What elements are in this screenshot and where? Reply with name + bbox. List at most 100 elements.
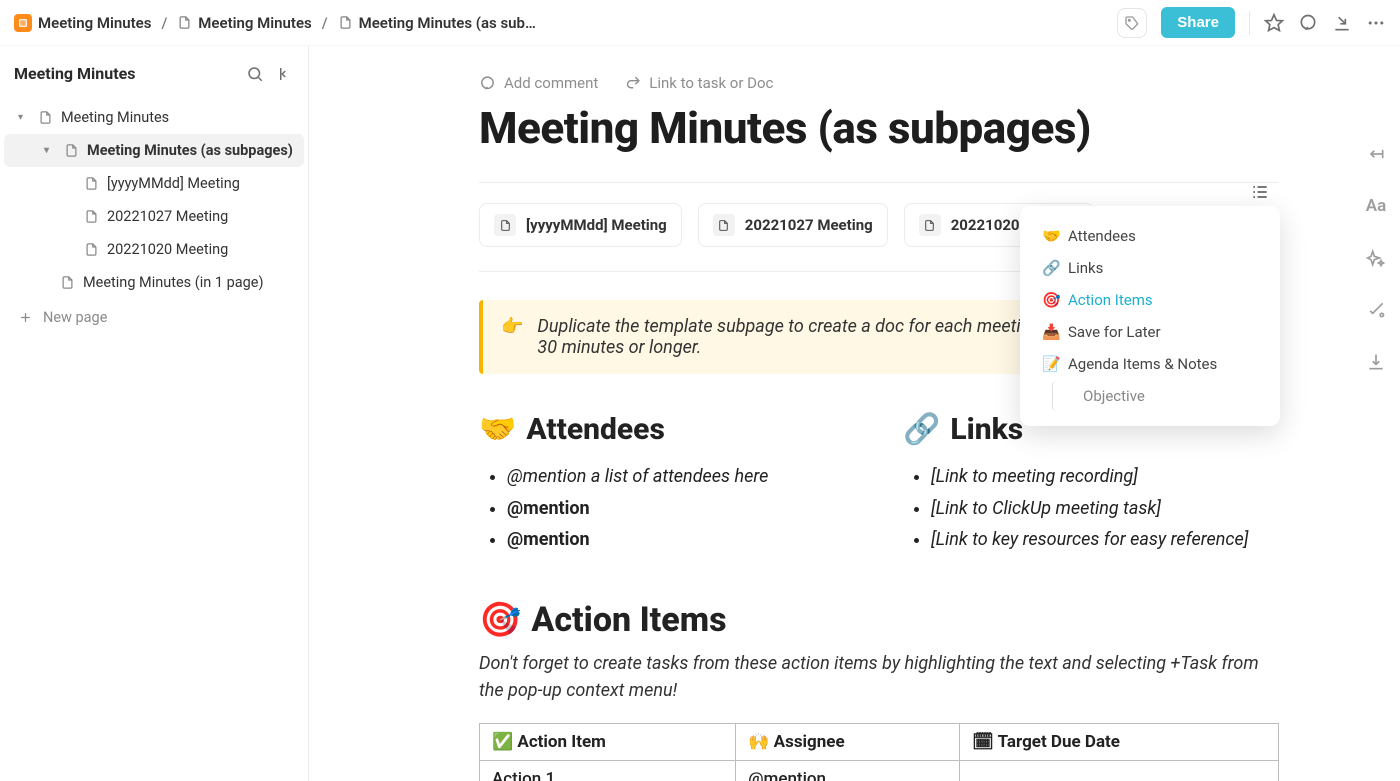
subpage-card-1[interactable]: 20221027 Meeting [698,203,888,247]
doc-title[interactable]: Meeting Minutes (as subpages) [479,102,1279,154]
tree-root-label: Meeting Minutes [61,109,169,126]
doc-icon [338,15,353,30]
row1-item[interactable]: Action 1 [480,761,736,781]
action-items-heading[interactable]: Action Items [531,600,726,640]
app-icon [14,14,32,32]
crumb-level1[interactable]: Meeting Minutes [177,14,311,32]
crumb-level1-label: Meeting Minutes [198,14,311,32]
outline-item-agenda[interactable]: 📝 Agenda Items & Notes [1032,348,1268,380]
outline-label-objective: Objective [1083,387,1145,405]
doc-icon [84,176,99,191]
doc-icon [84,242,99,257]
row1-assignee[interactable]: @mention [736,761,960,781]
right-rail: Aa [1352,136,1400,372]
tree-one-page[interactable]: Meeting Minutes (in 1 page) [4,266,304,299]
doc-meta: Add comment Link to task or Doc [479,74,1279,92]
doc-icon [60,275,75,290]
outline-popup: 🤝 Attendees 🔗 Links 🎯 Action Items 📥 Sav… [1020,206,1280,426]
doc-icon [64,143,79,158]
link-to-task-label: Link to task or Doc [649,74,773,92]
outline-item-action-items[interactable]: 🎯 Action Items [1032,284,1268,316]
tree-subpages-parent[interactable]: ▾ Meeting Minutes (as subpages) [4,134,304,167]
crumb-level2[interactable]: Meeting Minutes (as sub… [338,14,536,32]
outline-label-save-later: Save for Later [1068,323,1161,341]
attendees-section: 🤝 Attendees @mention a list of attendees… [479,412,855,556]
col-action-item[interactable]: ✅ Action Item [480,724,736,761]
favorite-icon[interactable] [1264,13,1284,33]
new-page-label: New page [43,309,107,326]
outline-label-agenda: Agenda Items & Notes [1068,355,1217,373]
caret-down-icon[interactable]: ▾ [18,112,30,123]
outline-item-attendees[interactable]: 🤝 Attendees [1032,220,1268,252]
breadcrumbs: Meeting Minutes / Meeting Minutes / Meet… [14,14,536,32]
collapse-sidebar-icon[interactable] [274,65,292,83]
tree-child-0-label: [yyyyMMdd] Meeting [107,175,240,192]
breadcrumb-sep-1: / [161,14,167,32]
tree-one-page-label: Meeting Minutes (in 1 page) [83,274,264,291]
doc-icon [713,214,735,236]
outline-item-objective[interactable]: Objective [1052,380,1268,412]
col-assignee[interactable]: 🙌 Assignee [736,724,960,761]
links-heading[interactable]: Links [950,412,1023,447]
tree-child-2-label: 20221020 Meeting [107,241,228,258]
outline-item-links[interactable]: 🔗 Links [1032,252,1268,284]
attendee-item-2[interactable]: @mention [507,524,855,556]
sparkle-icon[interactable] [1366,300,1386,320]
import-icon[interactable] [1332,13,1352,33]
link-item-2[interactable]: [Link to key resources for easy referenc… [931,524,1279,556]
tree-child-0[interactable]: [yyyyMMdd] Meeting [4,167,304,200]
more-icon[interactable] [1366,13,1386,33]
table-row[interactable]: Action 1 @mention [480,761,1279,781]
doc-icon [38,110,53,125]
crumb-root[interactable]: Meeting Minutes [14,14,151,32]
outline-item-save-later[interactable]: 📥 Save for Later [1032,316,1268,348]
target-icon: 🎯 [1042,291,1060,309]
table-header-row: ✅ Action Item 🙌 Assignee 🗓 Target Due Da… [480,724,1279,761]
sidebar-title: Meeting Minutes [14,64,135,83]
add-comment-button[interactable]: Add comment [479,74,598,92]
attendees-heading[interactable]: Attendees [526,412,665,447]
handshake-icon: 🤝 [1042,227,1060,245]
attendee-item-1[interactable]: @mention [507,493,855,525]
tag-button[interactable] [1117,8,1147,38]
outline-toggle-icon[interactable] [1250,182,1270,202]
share-button[interactable]: Share [1161,7,1235,38]
tree-child-1[interactable]: 20221027 Meeting [4,200,304,233]
col-target-date[interactable]: 🗓 Target Due Date [960,724,1279,761]
link-item-0[interactable]: [Link to meeting recording] [931,461,1279,493]
comments-icon[interactable] [1298,13,1318,33]
divider [1249,11,1250,35]
action-items-table[interactable]: ✅ Action Item 🙌 Assignee 🗓 Target Due Da… [479,723,1279,781]
tree-child-1-label: 20221027 Meeting [107,208,228,225]
export-icon[interactable] [1366,352,1386,372]
link-icon: 🔗 [903,412,940,447]
typography-button[interactable]: Aa [1366,196,1386,216]
attendee-item-0[interactable]: @mention a list of attendees here [507,461,855,493]
link-item-1[interactable]: [Link to ClickUp meeting task] [931,493,1279,525]
ai-icon[interactable] [1366,248,1386,268]
sidebar: Meeting Minutes ▾ Meeting Minutes ▾ Meet… [0,46,309,781]
outline-label-action-items: Action Items [1068,291,1153,309]
caret-down-icon[interactable]: ▾ [44,145,56,156]
search-icon[interactable] [246,65,264,83]
new-page-button[interactable]: New page [0,299,308,336]
doc-icon [177,15,192,30]
row1-date[interactable] [960,761,1279,781]
subpage-card-0[interactable]: [yyyyMMdd] Meeting [479,203,682,247]
back-arrow-icon[interactable] [1366,144,1386,164]
doc-icon [84,209,99,224]
tree-child-2[interactable]: 20221020 Meeting [4,233,304,266]
breadcrumb-sep-2: / [322,14,328,32]
action-items-note[interactable]: Don't forget to create tasks from these … [479,650,1279,706]
link-to-task-button[interactable]: Link to task or Doc [624,74,773,92]
tree-root[interactable]: ▾ Meeting Minutes [4,101,304,134]
memo-icon: 📝 [1042,355,1060,373]
sidebar-tree: ▾ Meeting Minutes ▾ Meeting Minutes (as … [0,101,308,299]
inbox-icon: 📥 [1042,323,1060,341]
outline-label-links: Links [1068,259,1103,277]
doc-icon [919,214,941,236]
subpage-card-0-label: [yyyyMMdd] Meeting [526,216,667,234]
handshake-icon: 🤝 [479,412,516,447]
pointer-icon: 👉 [501,316,523,358]
outline-label-attendees: Attendees [1068,227,1136,245]
